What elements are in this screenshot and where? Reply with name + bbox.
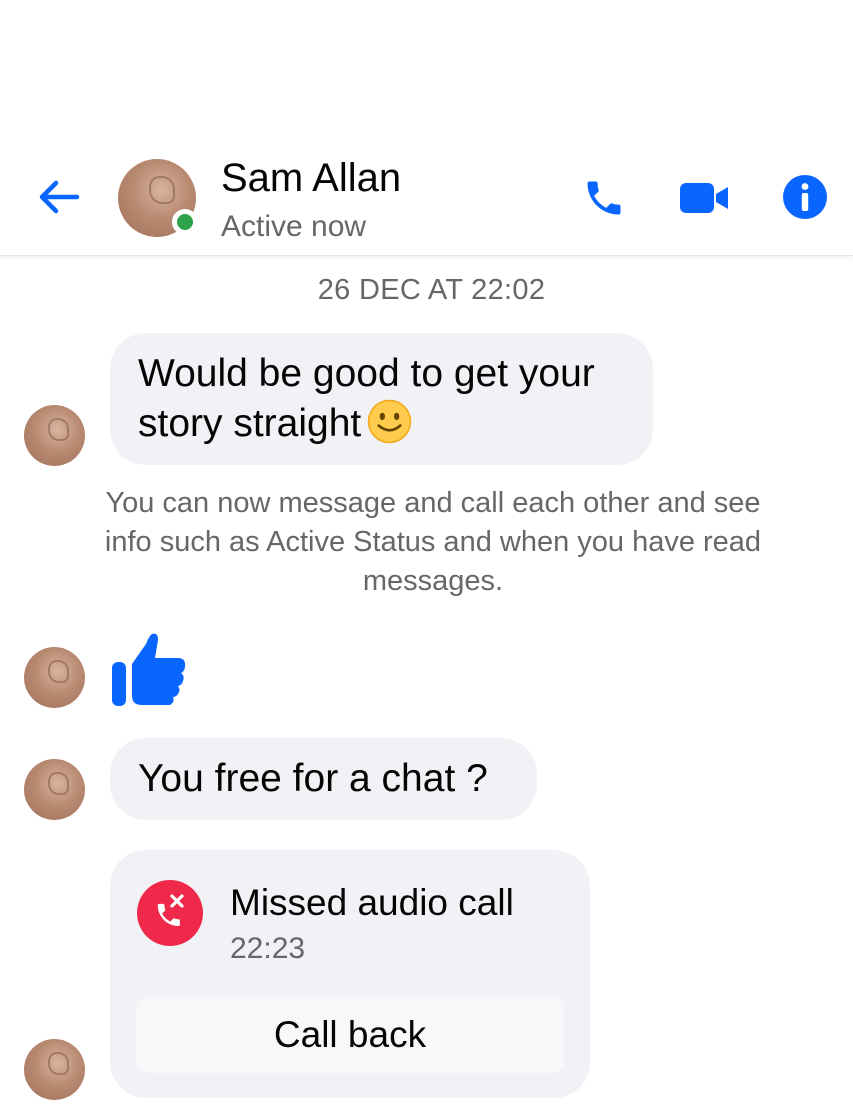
message-bubble[interactable]: Would be good to get your story straight — [110, 333, 653, 465]
smiling-face-emoji-icon — [368, 399, 412, 444]
back-button[interactable] — [34, 176, 84, 218]
missed-call-icon — [137, 880, 203, 946]
call-time: 22:23 — [230, 932, 306, 965]
active-status: Active now — [221, 210, 367, 243]
call-back-button[interactable]: Call back — [136, 997, 564, 1073]
avatar-image — [24, 405, 85, 466]
online-status-dot — [172, 209, 198, 235]
phone-icon — [587, 181, 621, 215]
video-camera-icon — [680, 183, 728, 213]
message-bubble[interactable]: You free for a chat ? — [110, 738, 537, 820]
sender-avatar[interactable] — [24, 405, 85, 466]
sender-avatar[interactable] — [24, 1039, 85, 1100]
chat-header: Sam Allan Active now — [0, 150, 853, 256]
avatar-image — [24, 1039, 85, 1100]
message-text: You free for a chat ? — [138, 757, 488, 800]
thumbs-up-icon[interactable] — [108, 630, 188, 710]
avatar-image — [24, 647, 85, 708]
contact-name[interactable]: Sam Allan — [221, 156, 401, 201]
system-notice: You can now message and call each other … — [104, 487, 762, 597]
conversation-info-button[interactable] — [781, 173, 829, 221]
conversation-timestamp: 26 DEC AT 22:02 — [317, 274, 546, 306]
messenger-chat-screen: Sam Allan Active now 26 DEC AT 22:02 Wou… — [0, 0, 853, 1117]
audio-call-button[interactable] — [580, 174, 628, 222]
missed-call-card: Missed audio call 22:23 Call back — [110, 850, 590, 1098]
contact-avatar[interactable] — [118, 159, 198, 237]
call-title: Missed audio call — [230, 882, 514, 923]
back-arrow-icon — [39, 180, 80, 214]
info-icon — [783, 175, 827, 219]
video-call-button[interactable] — [676, 174, 732, 222]
sender-avatar[interactable] — [24, 759, 85, 820]
sender-avatar[interactable] — [24, 647, 85, 708]
avatar-image — [24, 759, 85, 820]
